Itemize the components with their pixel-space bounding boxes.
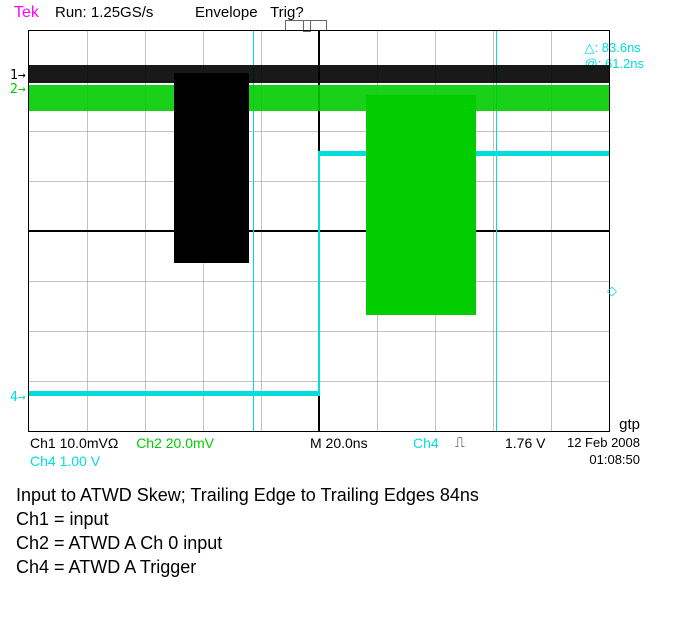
trig-slope-icon: ⎍ (455, 435, 465, 451)
trig-source: Ch4 (413, 435, 439, 451)
annotation-ch4: Ch4 = ATWD A Trigger (16, 557, 680, 578)
ch2-trace-baseline (29, 85, 609, 111)
ch4-trace-low (29, 391, 319, 396)
trig-level: 1.76 V (505, 435, 545, 451)
graticule: ◇ (28, 30, 610, 432)
ch2-ground-marker: 2→ (10, 82, 26, 97)
oscilloscope-display: Tek Run: 1.25GS/s Envelope Trig? △: 83.6… (10, 0, 650, 440)
run-rate: Run: 1.25GS/s (55, 4, 153, 21)
trig-status: Trig? (270, 4, 304, 21)
mode-label: Envelope Trig? (195, 4, 304, 21)
ch4-trace-edge (318, 151, 320, 396)
ch4-ground-marker: 4→ (10, 390, 26, 405)
envelope-text: Envelope (195, 4, 258, 21)
ch1-ground-marker: 1→ (10, 68, 26, 83)
timebase: M 20.0ns (310, 435, 368, 451)
annotation-ch1: Ch1 = input (16, 509, 680, 530)
capture-time: 01:08:50 (589, 452, 640, 467)
capture-date: 12 Feb 2008 (567, 435, 640, 450)
ch4-scale: Ch4 1.00 V (30, 453, 100, 469)
ch1-trace-pulse (174, 73, 249, 263)
channel-scales: Ch1 10.0mVΩ Ch2 20.0mV (30, 435, 228, 451)
ch1-scale: Ch1 10.0mVΩ (30, 435, 118, 451)
annotation-title: Input to ATWD Skew; Trailing Edge to Tra… (16, 485, 680, 506)
ch2-scale: Ch2 20.0mV (136, 435, 214, 451)
ch1-trace-baseline (29, 65, 609, 83)
annotation-block: Input to ATWD Skew; Trailing Edge to Tra… (16, 485, 680, 578)
trigger-level-marker: ◇ (607, 283, 617, 299)
brand-label: Tek (14, 4, 39, 22)
user-label: gtp (619, 416, 640, 433)
annotation-ch2: Ch2 = ATWD A Ch 0 input (16, 533, 680, 554)
ch2-trace-pulse (366, 95, 476, 315)
